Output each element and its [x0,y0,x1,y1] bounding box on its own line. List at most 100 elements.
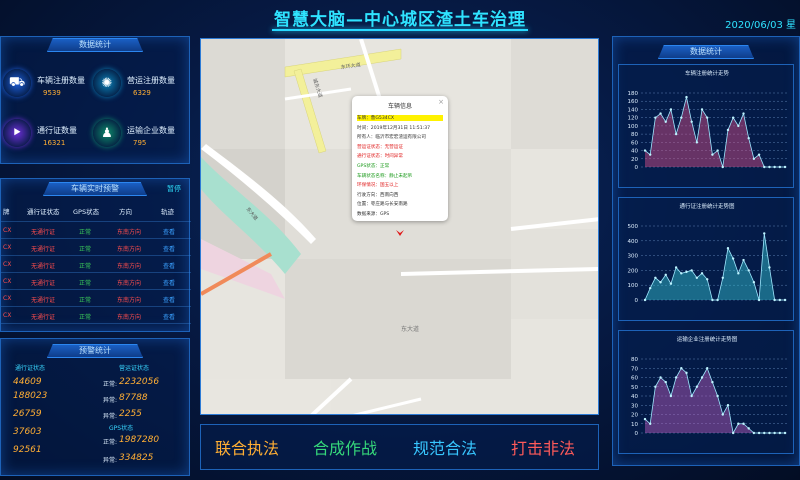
y-tick-label: 80 [631,132,638,138]
cell-track-link[interactable]: 查看 [163,244,175,253]
data-point [674,132,678,136]
data-point [721,165,724,169]
data-point [674,376,678,379]
cell-gps: 正常 [79,314,92,321]
data-point [742,422,745,425]
chart-title: 车辆注册统计走势 [684,71,729,77]
cell-track-link[interactable]: 查看 [163,295,175,304]
table-row[interactable]: CX 无通行证 正常 东南方向 查看 [1,256,191,273]
pass-icon: ⯈ [3,119,31,147]
data-point [763,165,766,169]
cell-plate: CX [3,244,12,251]
col-gps: GPS状态 [73,208,100,216]
data-point [731,431,735,435]
col-plate: 牌 [3,208,10,216]
alarm-label: 正常: [103,381,118,388]
warnings-table: 牌 通行证状态 GPS状态 方向 轨迹 CX 无通行证 正常 东南方向 查看 CX 无通行证… [1,205,191,324]
data-point [700,376,704,379]
data-point [680,272,683,275]
stat-value: 795 [133,139,147,147]
data-point [773,298,776,302]
action-button[interactable]: 合成作战 [313,435,377,459]
warnings-table-header: 牌 通行证状态 GPS状态 方向 轨迹 [1,205,191,222]
col-track: 轨迹 [161,208,174,216]
stat-item: ♟ 运输企业数量 795 [93,115,185,155]
pass-status-title: 通行证状态 [15,365,46,372]
data-point [721,413,724,416]
y-tick-label: 180 [628,91,639,97]
cell-track-link[interactable]: 查看 [163,227,175,236]
action-button[interactable]: 联合执法 [215,435,279,459]
cell-gps: 正常 [79,280,92,287]
cell-track-link[interactable]: 查看 [163,312,175,321]
data-point [773,165,776,169]
table-row[interactable]: CX 无通行证 正常 东南方向 查看 [1,273,191,290]
data-point [763,431,766,435]
data-point [700,108,704,111]
data-point [706,278,709,281]
data-point [716,394,719,398]
table-row[interactable]: CX 无通行证 正常 东南方向 查看 [1,222,191,239]
close-icon[interactable]: × [438,98,444,106]
data-point [757,153,761,156]
stat-value: 16321 [43,139,66,147]
table-row[interactable]: CX 无通行证 正常 东南方向 查看 [1,307,191,324]
data-point [690,120,693,123]
action-button[interactable]: 规范合法 [413,435,477,459]
cell-gps: 正常 [79,229,92,236]
cell-direction: 东南方向 [117,263,142,270]
y-tick-label: 30 [631,403,638,409]
cell-plate: CX [3,261,12,268]
network-icon: ✺ [93,69,121,97]
data-point [757,431,761,435]
cell-direction: 东南方向 [117,229,142,236]
cell-direction: 东南方向 [117,246,142,253]
alarm-value: 2255 [119,409,142,419]
data-point [752,157,756,160]
chart-svg: 0 20 40 60 80 100 120 140 160 180 [628,91,789,171]
cell-gps: 正常 [79,263,92,270]
y-tick-label: 10 [631,422,638,428]
data-point [742,112,745,115]
cell-pass: 无通行证 [31,246,56,253]
cell-track-link[interactable]: 查看 [163,278,175,287]
y-tick-label: 120 [628,116,639,122]
table-row[interactable]: CX 无通行证 正常 东南方向 查看 [1,239,191,256]
charts-panel-title: 数据统计 [658,45,754,59]
popup-title: 车辆信息 [387,103,412,110]
stat-item: ⛟ 车辆注册数量 9539 [3,65,95,105]
map-road-label-4: 东大道 [401,325,419,333]
cell-direction: 东南方向 [117,314,142,321]
stat-value: 9539 [43,89,61,97]
data-point [757,298,761,302]
cell-gps: 正常 [79,246,92,253]
col-pass: 通行证状态 [27,208,60,216]
header: 智慧大脑—中心城区渣土车治理 2020/06/03 星 [0,0,800,34]
data-point [752,431,756,435]
pause-button[interactable]: 暂停 [167,184,181,194]
data-point [685,371,688,375]
action-button[interactable]: 打击非法 [511,435,575,459]
alarm-label: 异常: [103,457,118,464]
data-point [726,128,730,132]
table-row[interactable]: CX 无通行证 正常 东南方向 查看 [1,290,191,307]
vehicle-marker-icon[interactable] [395,223,405,236]
y-tick-label: 0 [635,298,639,304]
chart-card: 运输企业注册统计走势图 0 10 20 30 40 50 60 70 80 [618,330,794,454]
data-point [721,276,724,279]
data-point [700,272,704,275]
y-tick-label: 0 [635,165,639,171]
chart-title: 通行证注册统计走势图 [679,204,735,210]
date-display: 2020/06/03 星 [725,20,796,31]
warnings-panel-title: 车辆实时预警 [43,182,147,196]
enterprise-icon: ♟ [93,119,121,147]
y-tick-label: 100 [628,283,639,289]
data-point [680,116,683,119]
series-area [645,368,785,433]
y-tick-label: 80 [631,357,638,363]
cell-track-link[interactable]: 查看 [163,261,175,270]
data-point [706,367,709,370]
warnings-panel: 车辆实时预警 暂停 牌 通行证状态 GPS状态 方向 轨迹 CX 无通行证 正常 东南… [0,178,191,332]
data-point [763,232,766,235]
data-point [643,149,647,152]
